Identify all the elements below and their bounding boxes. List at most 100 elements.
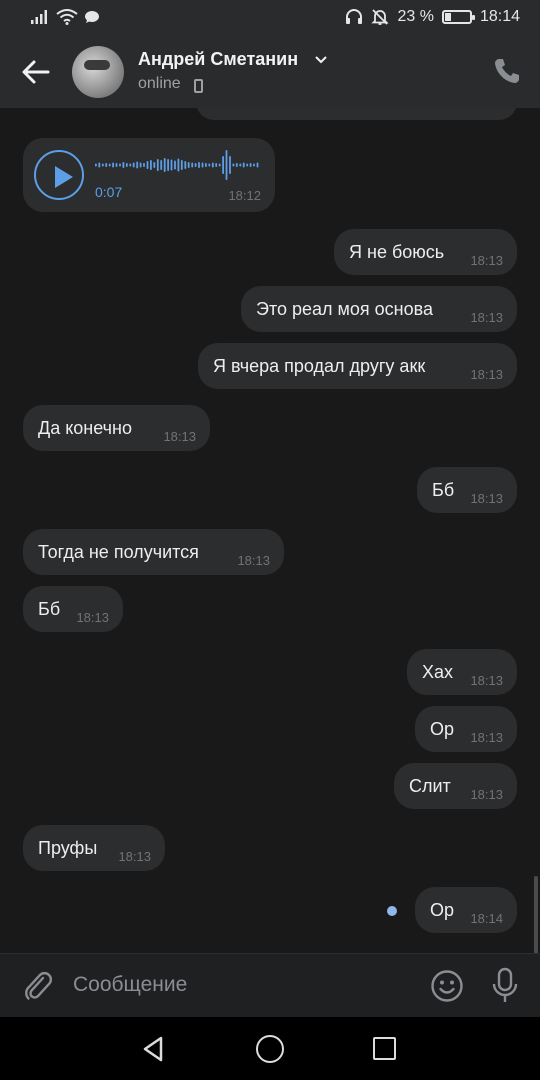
waveform-bar bbox=[105, 163, 108, 167]
waveform-bar bbox=[246, 163, 249, 167]
waveform-bar bbox=[215, 163, 218, 167]
waveform-bar bbox=[187, 162, 190, 168]
message-bubble[interactable]: Ор 18:14 bbox=[415, 887, 517, 933]
waveform-bar bbox=[122, 162, 125, 168]
message-bubble[interactable]: Пруфы 18:13 bbox=[23, 825, 165, 871]
status-right: 23 % 18:14 bbox=[345, 8, 520, 26]
waveform-bar bbox=[253, 163, 255, 167]
chevron-down-icon[interactable] bbox=[314, 54, 328, 64]
status-left bbox=[30, 9, 100, 25]
message-bubble[interactable]: Ор 18:13 bbox=[415, 706, 517, 752]
message-bubble[interactable]: Хах 18:13 bbox=[407, 649, 517, 695]
waveform-bar bbox=[101, 163, 104, 167]
system-navigation-bar bbox=[0, 1017, 540, 1080]
waveform-bar bbox=[146, 161, 149, 169]
waveform-bar bbox=[136, 161, 139, 169]
message-text: Слит bbox=[409, 776, 451, 796]
waveform-bar bbox=[150, 160, 152, 170]
message-bubble[interactable]: Я вчера продал другу акк 18:13 bbox=[198, 343, 517, 389]
waveform-bar bbox=[242, 162, 245, 168]
waveform-bar bbox=[112, 162, 114, 168]
message-bubble[interactable]: Это реал моя основа 18:13 bbox=[241, 286, 517, 332]
waveform-bar bbox=[222, 156, 224, 174]
message-bubble[interactable]: Бб 18:13 bbox=[417, 467, 517, 513]
waveform-bar bbox=[170, 159, 173, 171]
waveform-bar bbox=[160, 160, 163, 170]
message-time: 18:13 bbox=[163, 429, 196, 444]
waveform-bar bbox=[194, 163, 197, 167]
waveform-bar bbox=[218, 163, 221, 167]
play-icon bbox=[55, 166, 73, 188]
message-time: 18:13 bbox=[76, 610, 109, 625]
message-text: Я вчера продал другу акк bbox=[213, 356, 426, 376]
avatar-sunglasses bbox=[84, 60, 110, 70]
waveform-bar bbox=[235, 163, 238, 167]
chat-header: Андрей Сметанин online bbox=[0, 36, 540, 108]
waveform-bar bbox=[143, 163, 145, 167]
waveform-bar bbox=[174, 160, 176, 170]
battery-icon bbox=[441, 10, 475, 24]
message-composer: Сообщение bbox=[0, 953, 540, 1017]
signal-icon bbox=[31, 10, 47, 24]
message-time: 18:13 bbox=[470, 730, 503, 745]
emoji-icon[interactable] bbox=[430, 969, 464, 1003]
message-time: 18:12 bbox=[228, 188, 261, 203]
voice-message[interactable]: 0:07 18:12 bbox=[23, 138, 275, 212]
mobile-device-icon bbox=[194, 79, 203, 93]
message-time: 18:13 bbox=[470, 491, 503, 506]
avatar[interactable] bbox=[72, 46, 124, 98]
battery-level bbox=[444, 13, 451, 21]
waveform-bar bbox=[125, 163, 128, 167]
waveform-bar bbox=[239, 163, 242, 167]
waveform-bar bbox=[177, 158, 180, 172]
message-bubble[interactable]: Тогда не получится 18:13 bbox=[23, 529, 284, 575]
message-time: 18:13 bbox=[470, 673, 503, 688]
microphone-icon[interactable] bbox=[491, 967, 519, 1005]
back-arrow-icon[interactable] bbox=[18, 56, 54, 88]
contact-name[interactable]: Андрей Сметанин bbox=[138, 49, 298, 70]
waveform-bar bbox=[163, 158, 166, 172]
waveform-bar bbox=[108, 163, 111, 167]
voice-waveform[interactable] bbox=[95, 148, 260, 182]
message-list[interactable]: 0:07 18:12 Я не боюсь 18:13 Это реал моя… bbox=[0, 108, 540, 953]
message-bubble[interactable]: Бб 18:13 bbox=[23, 586, 123, 632]
message-bubble[interactable]: Слит 18:13 bbox=[394, 763, 517, 809]
message-text: Ор bbox=[430, 719, 455, 739]
message-input[interactable]: Сообщение bbox=[73, 973, 187, 997]
nav-recents-icon[interactable] bbox=[373, 1037, 396, 1060]
wifi-icon bbox=[56, 9, 78, 25]
message-text: Бб bbox=[38, 599, 61, 619]
message-text: Я не боюсь bbox=[349, 242, 445, 262]
waveform-bar bbox=[184, 161, 187, 169]
status-bar: 23 % 18:14 bbox=[0, 0, 540, 36]
message-bubble[interactable]: Да конечно 18:13 bbox=[23, 405, 210, 451]
waveform-bar bbox=[205, 163, 207, 167]
waveform-bar bbox=[249, 163, 252, 167]
voice-duration: 0:07 bbox=[95, 184, 123, 200]
message-bubble[interactable]: Я не боюсь 18:13 bbox=[334, 229, 517, 275]
message-time: 18:13 bbox=[470, 367, 503, 382]
waveform-bar bbox=[132, 162, 135, 168]
scrollbar[interactable] bbox=[534, 876, 538, 953]
nav-back-icon[interactable] bbox=[140, 1035, 168, 1063]
clock: 18:14 bbox=[479, 8, 520, 25]
waveform-bar bbox=[180, 160, 183, 170]
play-button[interactable] bbox=[34, 150, 84, 200]
chat-notification-icon bbox=[85, 11, 99, 23]
phone-icon[interactable] bbox=[492, 56, 522, 86]
headphones-icon bbox=[346, 9, 363, 24]
paperclip-icon[interactable] bbox=[22, 969, 54, 1003]
message-text: Тогда не получится bbox=[38, 542, 199, 562]
message-time: 18:13 bbox=[237, 553, 270, 568]
nav-home-icon[interactable] bbox=[256, 1035, 284, 1063]
waveform-bar bbox=[119, 163, 121, 167]
waveform-bar bbox=[198, 162, 200, 168]
battery-percent: 23 % bbox=[397, 8, 434, 25]
waveform-bar bbox=[129, 163, 132, 167]
waveform-bar bbox=[201, 162, 204, 168]
message-time: 18:14 bbox=[470, 911, 503, 926]
message-time: 18:13 bbox=[470, 787, 503, 802]
mute-icon bbox=[371, 9, 390, 25]
message-time: 18:13 bbox=[118, 849, 151, 864]
message-text: Бб bbox=[432, 480, 455, 500]
